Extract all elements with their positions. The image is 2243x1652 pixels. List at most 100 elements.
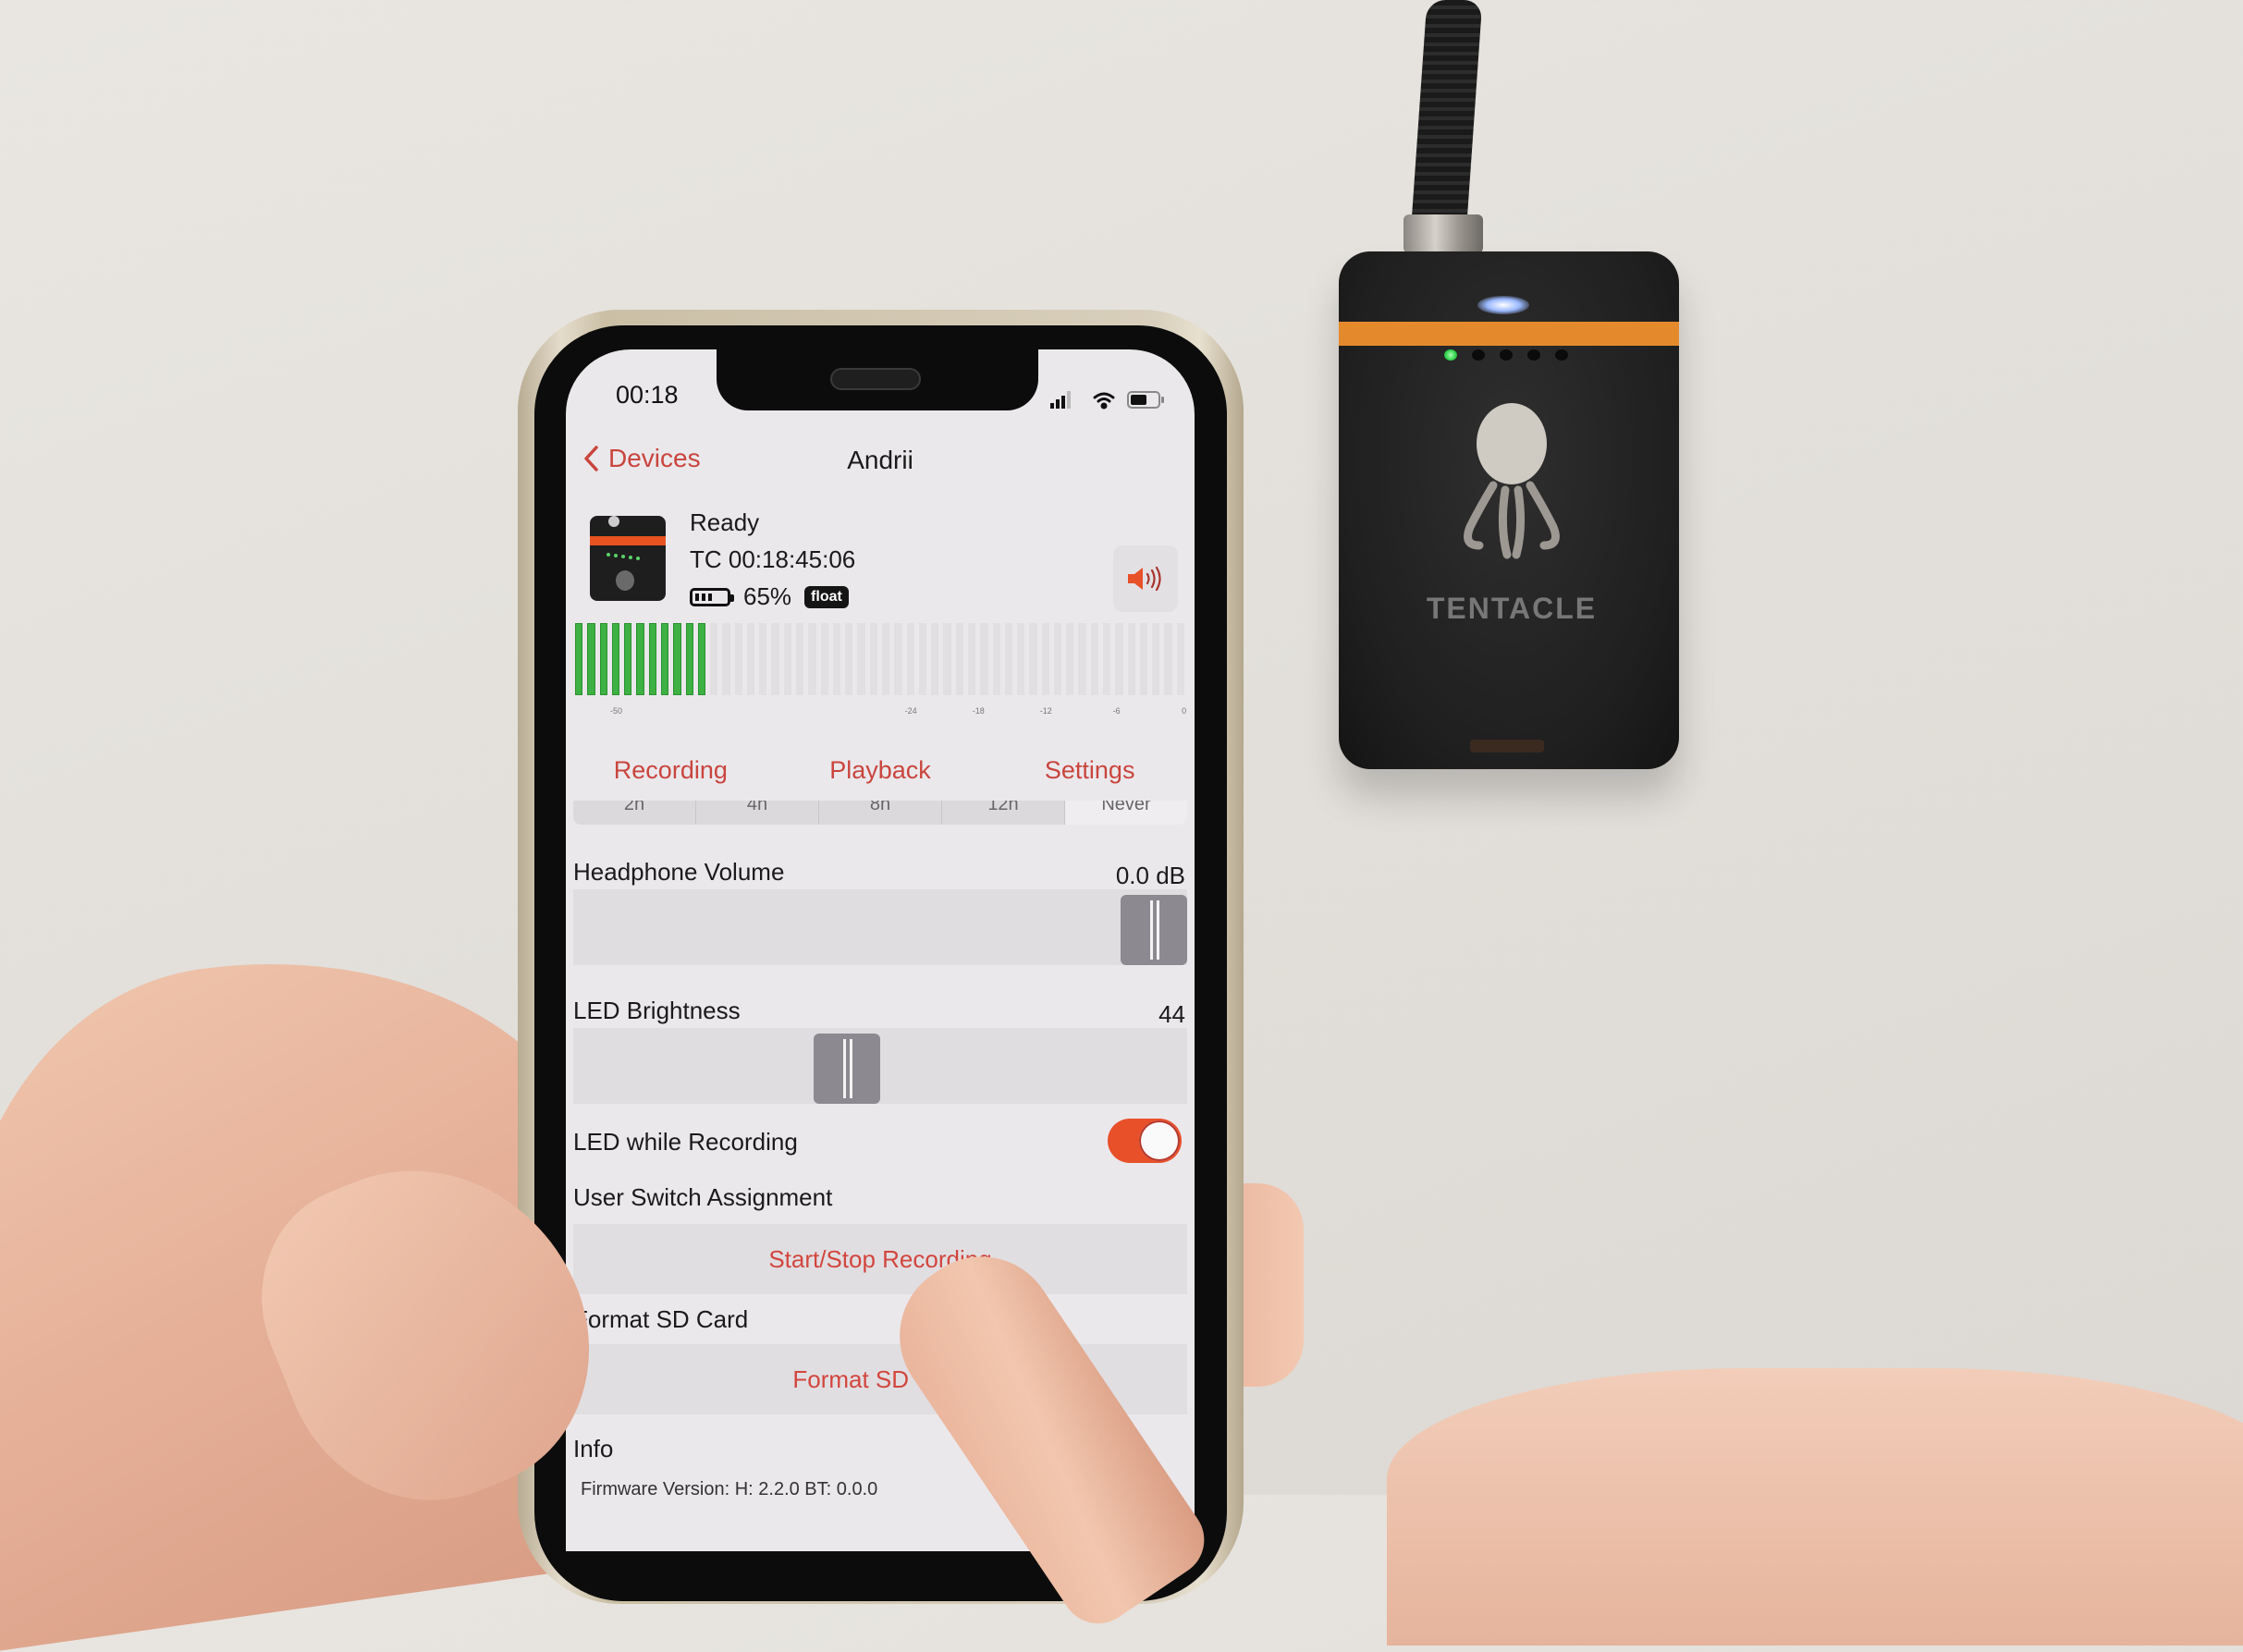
meter-segment xyxy=(771,623,779,695)
info-label: Info xyxy=(573,1435,614,1462)
meter-segment xyxy=(1078,623,1086,695)
device-status-led xyxy=(1527,349,1540,361)
meter-segment xyxy=(882,623,890,695)
auto-off-segmented-control: 2h 4h 8h 12h Never xyxy=(573,801,1187,825)
page-title: Andrii xyxy=(847,446,913,474)
format-sd-card-label: Format SD Card xyxy=(573,1305,749,1333)
meter-segment xyxy=(857,623,865,695)
meter-segment xyxy=(808,623,816,695)
start-stop-recording-button[interactable]: Start/Stop Recording xyxy=(573,1224,1187,1294)
battery-icon xyxy=(1127,391,1164,409)
speaker-volume-icon xyxy=(1128,566,1161,592)
tab-bar: Recording Playback Settings xyxy=(566,745,1195,808)
earpiece-speaker xyxy=(830,368,921,390)
meter-segment xyxy=(710,623,718,695)
led-brightness-slider[interactable] xyxy=(573,1028,1187,1104)
meter-segment xyxy=(1066,623,1074,695)
meter-segment xyxy=(1017,623,1025,695)
back-button[interactable]: Devices xyxy=(582,444,701,473)
device-brand-label: TENTACLE xyxy=(1426,592,1598,625)
battery-percent: 65% xyxy=(743,582,792,610)
meter-segment xyxy=(845,623,853,695)
battery-row: 65% float xyxy=(690,582,849,611)
meter-segment xyxy=(967,623,976,695)
meter-segment xyxy=(955,623,963,695)
meter-segment xyxy=(746,623,755,695)
meter-segment-lit xyxy=(660,623,669,695)
meter-tick-label: -18 xyxy=(972,706,985,716)
meter-segment xyxy=(1053,623,1062,695)
segment-option-8h[interactable]: 8h xyxy=(819,801,942,825)
segment-option-4h[interactable]: 4h xyxy=(696,801,819,825)
headphone-volume-label: Headphone Volume xyxy=(573,858,785,886)
tab-settings[interactable]: Settings xyxy=(985,745,1195,808)
led-while-recording-toggle[interactable] xyxy=(1108,1119,1182,1163)
segment-option-2h[interactable]: 2h xyxy=(573,801,696,825)
slider-thumb[interactable] xyxy=(1121,895,1187,965)
segment-option-12h[interactable]: 12h xyxy=(942,801,1065,825)
headphone-volume-slider[interactable] xyxy=(573,889,1187,965)
device-status-led xyxy=(1500,349,1513,361)
meter-segment xyxy=(1103,623,1111,695)
led-brightness-value: 44 xyxy=(1158,1000,1185,1028)
led-brightness-label: LED Brightness xyxy=(573,997,741,1024)
meter-segment xyxy=(759,623,767,695)
device-battery-icon xyxy=(690,587,734,606)
cable-connector xyxy=(1403,214,1483,253)
meter-segment-lit xyxy=(697,623,706,695)
meter-segment xyxy=(980,623,988,695)
meter-segment xyxy=(1139,623,1148,695)
device-usb-port xyxy=(1470,740,1544,753)
segment-option-never[interactable]: Never xyxy=(1065,801,1187,825)
meter-segment xyxy=(832,623,841,695)
meter-segment xyxy=(869,623,877,695)
meter-segment xyxy=(1004,623,1013,695)
headphone-volume-value: 0.0 dB xyxy=(1115,862,1185,889)
octopus-logo-icon xyxy=(1464,403,1560,559)
meter-segment xyxy=(722,623,730,695)
led-while-recording-label: LED while Recording xyxy=(573,1128,798,1156)
meter-segment xyxy=(1152,623,1160,695)
meter-segment xyxy=(943,623,951,695)
chevron-left-icon xyxy=(584,446,598,471)
firmware-version: Firmware Version: H: 2.2.0 BT: 0.0.0 xyxy=(581,1479,878,1499)
meter-segment-lit xyxy=(636,623,644,695)
signal-icon xyxy=(1050,391,1071,409)
meter-segment-lit xyxy=(673,623,681,695)
phone-screen: 00:18 Devices Andrii Ready TC 00:18:45:0… xyxy=(566,349,1195,1551)
meter-segment-lit xyxy=(685,623,693,695)
meter-segment xyxy=(918,623,927,695)
meter-segment xyxy=(894,623,902,695)
timecode: TC 00:18:45:06 xyxy=(690,545,856,573)
meter-segment xyxy=(820,623,828,695)
meter-segment xyxy=(796,623,804,695)
meter-segment xyxy=(1029,623,1037,695)
right-hand xyxy=(1387,1368,2243,1646)
wifi-icon xyxy=(1093,392,1115,410)
device-status-led xyxy=(1444,349,1457,361)
meter-tick-label: -12 xyxy=(1039,706,1052,716)
tab-playback[interactable]: Playback xyxy=(776,745,986,801)
audio-level-meter: -50 -24 -18 -12 -6 0 xyxy=(573,623,1187,716)
device-thumbnail-icon xyxy=(590,516,666,601)
meter-segment-lit xyxy=(599,623,607,695)
tab-recording[interactable]: Recording xyxy=(566,745,776,801)
meter-segment xyxy=(734,623,742,695)
device-status: Ready xyxy=(690,508,760,536)
meter-segment xyxy=(1164,623,1172,695)
meter-segment xyxy=(1127,623,1135,695)
meter-segment xyxy=(931,623,939,695)
headphone-monitor-button[interactable] xyxy=(1113,545,1178,612)
meter-segment xyxy=(1176,623,1184,695)
meter-segment-lit xyxy=(587,623,595,695)
meter-segment xyxy=(1115,623,1123,695)
meter-segment xyxy=(1090,623,1099,695)
meter-segment xyxy=(783,623,792,695)
user-switch-assignment-label: User Switch Assignment xyxy=(573,1183,833,1211)
meter-tick-label: 0 xyxy=(1182,706,1187,716)
meter-segment-lit xyxy=(624,623,632,695)
device-status-led xyxy=(1472,349,1485,361)
meter-segment-lit xyxy=(648,623,656,695)
slider-thumb[interactable] xyxy=(814,1034,881,1104)
device-orange-band xyxy=(1339,322,1679,346)
